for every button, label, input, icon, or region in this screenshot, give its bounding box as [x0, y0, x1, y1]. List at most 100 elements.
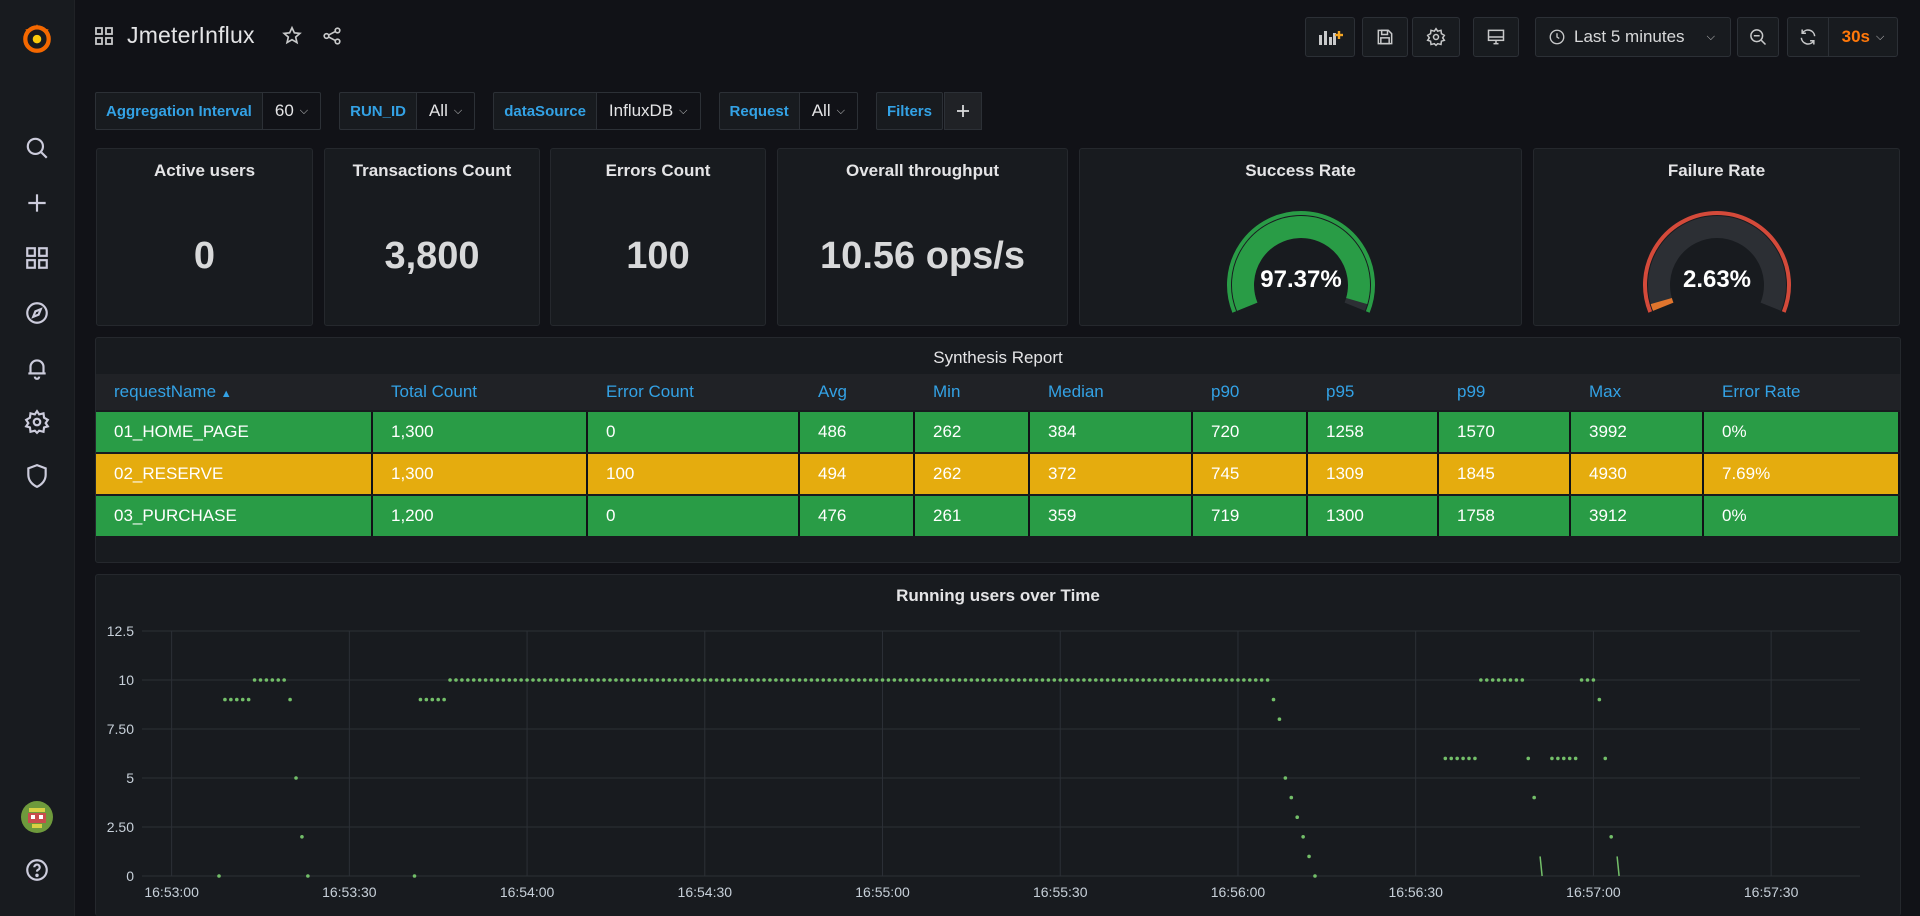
data-point: [1573, 756, 1578, 761]
data-point: [430, 697, 435, 702]
help-icon[interactable]: [17, 850, 57, 890]
data-point: [276, 678, 281, 682]
data-point: [1236, 678, 1240, 682]
shield-icon[interactable]: [17, 456, 57, 496]
table-cell: 486: [800, 412, 915, 452]
data-point: [537, 678, 541, 682]
data-point: [1277, 717, 1282, 721]
table-row: 03_PURCHASE 1,200 0 476 261 359 719 1300 1758 391…: [96, 496, 1900, 536]
data-point: [1283, 776, 1288, 780]
active-users-panel: Active users 0: [96, 148, 313, 326]
data-point: [1585, 678, 1590, 682]
variable-select-aggregation-interval[interactable]: 60 ⌵: [262, 92, 322, 130]
data-point: [270, 678, 275, 682]
column-header-p95[interactable]: p95: [1326, 374, 1354, 410]
data-point: [1182, 678, 1187, 682]
stat-value: 0: [193, 235, 216, 277]
y-tick-label: 0: [126, 868, 134, 884]
data-point: [1496, 678, 1501, 682]
data-point: [934, 678, 938, 682]
data-point: [1088, 678, 1092, 682]
grafana-logo-icon[interactable]: [17, 18, 57, 58]
tv-mode-button[interactable]: [1473, 17, 1519, 57]
gear-icon[interactable]: [17, 402, 57, 442]
dashboard-settings-button[interactable]: [1412, 17, 1460, 57]
star-icon[interactable]: [281, 25, 303, 47]
column-header-min[interactable]: Min: [933, 374, 960, 410]
data-point: [691, 678, 695, 682]
plus-icon[interactable]: [17, 183, 57, 223]
filters-label: Filters: [875, 92, 943, 130]
time-range-picker[interactable]: Last 5 minutes ⌵: [1535, 17, 1731, 57]
data-point: [1093, 678, 1098, 682]
column-header-total-count[interactable]: Total Count: [391, 374, 477, 410]
data-point: [714, 678, 719, 682]
table-cell: 02_RESERVE: [96, 454, 373, 494]
column-header-median[interactable]: Median: [1048, 374, 1104, 410]
table-cell: 3992: [1571, 412, 1704, 452]
column-header-max[interactable]: Max: [1589, 374, 1621, 410]
errors-count-panel: Errors Count 100: [550, 148, 766, 326]
data-point: [1253, 678, 1258, 682]
data-point: [1556, 756, 1560, 761]
data-point: [774, 678, 778, 682]
variable-label-run-id: RUN_ID: [339, 92, 417, 130]
data-point: [602, 678, 606, 682]
table-header: requestName ▲ Total Count Error Count Av…: [96, 374, 1900, 410]
data-point: [1532, 795, 1536, 800]
data-point: [975, 678, 980, 682]
table-cell: 100: [588, 454, 800, 494]
data-point: [904, 678, 909, 682]
variable-select-request[interactable]: All ⌵: [799, 92, 858, 130]
bell-icon[interactable]: [17, 348, 57, 388]
avatar[interactable]: [17, 797, 57, 837]
share-icon[interactable]: [321, 25, 343, 47]
data-point: [596, 678, 600, 682]
data-point: [572, 678, 577, 682]
data-point: [963, 678, 968, 682]
data-point: [768, 678, 772, 682]
table-cell: 745: [1193, 454, 1308, 494]
compass-icon[interactable]: [17, 293, 57, 333]
search-icon[interactable]: [17, 128, 57, 168]
table-cell: 719: [1193, 496, 1308, 536]
data-point: [1597, 697, 1602, 702]
add-filter-button[interactable]: [943, 92, 982, 130]
chevron-down-icon: ⌵: [299, 104, 309, 117]
data-point: [1046, 678, 1051, 682]
data-point: [584, 678, 589, 682]
data-point: [1105, 678, 1110, 682]
table-cell: 262: [915, 412, 1030, 452]
data-point: [525, 678, 529, 682]
zoom-out-button[interactable]: [1737, 17, 1779, 57]
data-point: [827, 678, 831, 682]
variable-select-datasource[interactable]: InfluxDB ⌵: [596, 92, 701, 130]
column-header-requestname[interactable]: requestName ▲: [114, 374, 232, 410]
variable-label-request: Request: [718, 92, 800, 130]
data-point: [454, 678, 458, 682]
x-tick-label: 16:54:00: [500, 884, 555, 900]
data-point: [1153, 678, 1157, 682]
dashboards-icon[interactable]: [17, 238, 57, 278]
column-header-error-count[interactable]: Error Count: [606, 374, 694, 410]
data-point: [1147, 678, 1151, 682]
column-header-error-rate[interactable]: Error Rate: [1722, 374, 1800, 410]
column-header-p90[interactable]: p90: [1211, 374, 1239, 410]
stat-value: 100: [626, 235, 690, 277]
refresh-button[interactable]: [1787, 17, 1829, 57]
column-header-p99[interactable]: p99: [1457, 374, 1485, 410]
variable-select-run-id[interactable]: All ⌵: [416, 92, 476, 130]
dashboard-title[interactable]: JmeterInflux: [127, 22, 255, 49]
data-point: [916, 678, 920, 682]
data-point: [217, 874, 221, 878]
save-dashboard-button[interactable]: [1362, 17, 1408, 57]
clock-icon: [1548, 28, 1566, 46]
refresh-interval-picker[interactable]: 30s ⌵: [1828, 17, 1898, 57]
x-tick-label: 16:55:30: [1033, 884, 1088, 900]
gauge-value: 2.63%: [1682, 266, 1750, 293]
table-cell: 720: [1193, 412, 1308, 452]
data-point: [1561, 756, 1566, 761]
add-panel-button[interactable]: [1305, 17, 1355, 57]
column-header-avg[interactable]: Avg: [818, 374, 847, 410]
data-point: [637, 678, 642, 682]
